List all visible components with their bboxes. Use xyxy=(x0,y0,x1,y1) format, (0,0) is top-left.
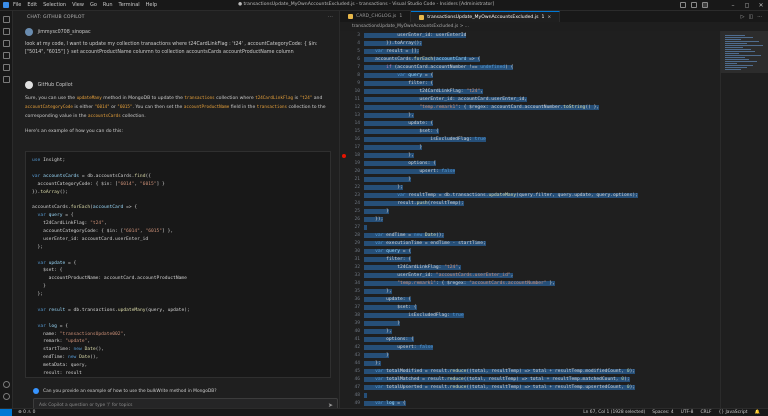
intro-text: collection where xyxy=(216,96,254,101)
inline-code: transactions xyxy=(184,95,215,100)
breadcrumb[interactable]: transactionsUpdate_MyOwnAccountsExcluded… xyxy=(340,22,768,31)
encoding[interactable]: UTF-8 xyxy=(681,410,694,415)
copilot-chat-panel: CHAT: GITHUB COPILOT ··· jimmysc0708_sin… xyxy=(13,11,340,412)
menu-bar: File Edit Selection View Go Run Terminal… xyxy=(13,2,157,8)
tab-card-chglog[interactable]: CARD_CHGLOG.js 1 xyxy=(340,11,412,22)
user-avatar xyxy=(25,28,33,36)
js-file-icon xyxy=(348,14,353,19)
chat-title: CHAT: GITHUB COPILOT xyxy=(27,15,85,20)
editor-actions: ▷ ◫ ··· xyxy=(741,11,768,22)
menu-selection[interactable]: Selection xyxy=(43,2,66,8)
more-actions-icon[interactable]: ··· xyxy=(328,15,333,20)
toggle-panel-icon[interactable] xyxy=(691,2,697,8)
inline-code: t24CardLinkFlag xyxy=(255,95,294,100)
indentation[interactable]: Spaces: 4 xyxy=(652,410,673,415)
intro-text: . You can then set the xyxy=(132,105,183,110)
tab-transactions-update[interactable]: transactionsUpdate_MyOwnAccountsExcluded… xyxy=(411,11,561,22)
minimize-icon[interactable]: – xyxy=(726,2,740,9)
intro-text: or xyxy=(111,105,116,110)
language-mode[interactable]: {} JavaScript xyxy=(719,410,748,415)
copilot-avatar xyxy=(25,81,33,89)
toggle-secondary-sidebar-icon[interactable] xyxy=(702,2,708,8)
split-editor-icon[interactable]: ◫ xyxy=(748,14,753,20)
intro-text: and xyxy=(313,96,323,101)
inline-code: accountsCards xyxy=(87,113,121,118)
status-bar: ⊗ 0 ⚠ 0 Ln 67, Col 1 (1928 selected) Spa… xyxy=(0,408,768,416)
close-icon[interactable]: ✕ xyxy=(754,2,768,9)
problem-count-badge: 1 xyxy=(541,14,545,20)
bot-intro: Sure, you can use the updateMany method … xyxy=(25,94,331,121)
inline-code: updateMany xyxy=(76,95,102,100)
bot-name: GitHub Copilot xyxy=(37,82,73,88)
editor-tabs: CARD_CHGLOG.js 1 transactionsUpdate_MyOw… xyxy=(340,11,768,22)
intro-text: field in the xyxy=(230,105,256,110)
more-actions-icon[interactable]: ··· xyxy=(757,14,762,20)
menu-run[interactable]: Run xyxy=(103,2,113,8)
user-message-text: look at my code, I want to update my col… xyxy=(25,42,318,55)
user-name: jimmysc0708_sinopac xyxy=(37,29,91,35)
sparkle-icon xyxy=(33,388,39,394)
close-tab-icon[interactable]: × xyxy=(547,15,551,20)
code-snippet[interactable]: use Insight; var accountsCards = db.acco… xyxy=(25,151,331,378)
copilot-chat-icon[interactable] xyxy=(3,76,10,83)
remote-indicator-icon[interactable] xyxy=(0,408,12,416)
menu-view[interactable]: View xyxy=(72,2,84,8)
menu-help[interactable]: Help xyxy=(146,2,157,8)
vscode-logo-icon xyxy=(3,2,9,8)
menu-file[interactable]: File xyxy=(13,2,21,8)
maximize-icon[interactable]: ◻ xyxy=(740,2,754,9)
user-message: jimmysc0708_sinopac look at my code, I w… xyxy=(25,28,331,57)
js-file-icon xyxy=(419,14,425,20)
title-bar: File Edit Selection View Go Run Terminal… xyxy=(0,0,768,11)
inline-code: transactions xyxy=(256,104,288,109)
errors-warnings[interactable]: ⊗ 0 ⚠ 0 xyxy=(18,410,35,415)
tab-label: CARD_CHGLOG.js xyxy=(356,14,397,19)
run-debug-icon[interactable] xyxy=(3,52,10,59)
source-control-icon[interactable] xyxy=(3,40,10,47)
end-of-line[interactable]: CRLF xyxy=(700,410,711,415)
explorer-icon[interactable] xyxy=(3,16,10,23)
cursor-position[interactable]: Ln 67, Col 1 (1928 selected) xyxy=(583,410,645,415)
account-icon[interactable] xyxy=(3,381,10,388)
example-intro: Here's an example of how you can do this… xyxy=(25,129,123,134)
inline-code: accountCategoryCode xyxy=(25,104,73,109)
toggle-sidebar-icon[interactable] xyxy=(680,2,686,8)
problem-count-badge: 1 xyxy=(399,14,403,19)
minimap[interactable] xyxy=(720,31,768,408)
intro-text: is xyxy=(294,96,299,101)
intro-text: collection. xyxy=(122,114,146,119)
bot-message: GitHub Copilot Sure, you can use the upd… xyxy=(25,81,331,136)
tab-label: transactionsUpdate_MyOwnAccountsExcluded… xyxy=(427,14,539,20)
inline-code: "6014" xyxy=(94,104,110,109)
intro-text: Sure, you can use the xyxy=(25,96,76,101)
extensions-icon[interactable] xyxy=(3,64,10,71)
window-title: ● transactionsUpdate_MyOwnAccountsExclud… xyxy=(238,2,495,7)
suggestion-text: Can you provide an example of how to use… xyxy=(43,388,217,394)
inline-code: "6015" xyxy=(117,104,133,109)
menu-go[interactable]: Go xyxy=(90,2,97,8)
intro-text: method in MongoDB to update the xyxy=(103,96,183,101)
menu-terminal[interactable]: Terminal xyxy=(119,2,140,8)
inline-code: accountProductName xyxy=(183,104,230,109)
activity-bar xyxy=(0,11,13,408)
notifications-icon[interactable]: 🔔 xyxy=(755,410,760,415)
settings-gear-icon[interactable] xyxy=(3,393,10,400)
follow-up-suggestion[interactable]: Can you provide an example of how to use… xyxy=(33,388,217,394)
run-icon[interactable]: ▷ xyxy=(741,14,745,20)
search-icon[interactable] xyxy=(3,28,10,35)
chat-header: CHAT: GITHUB COPILOT ··· xyxy=(13,11,339,24)
intro-text: is either xyxy=(74,105,94,110)
code-editor[interactable]: 3 userEnter_id: userEnterId 4 }).toArray… xyxy=(340,31,720,408)
menu-edit[interactable]: Edit xyxy=(27,2,37,8)
inline-code: "t24" xyxy=(299,95,313,100)
